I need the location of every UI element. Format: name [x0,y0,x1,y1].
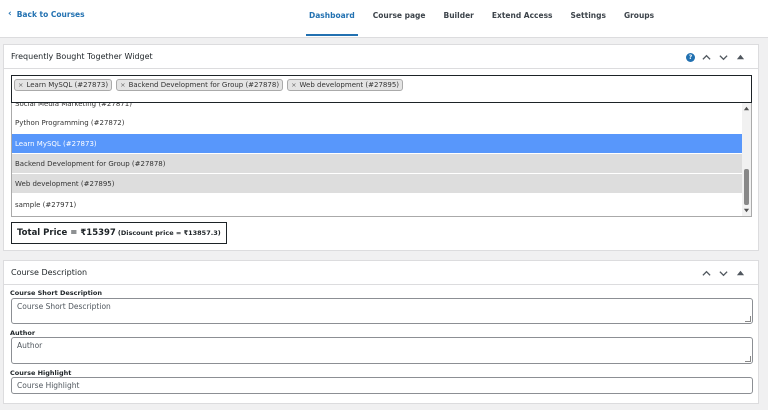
option-item[interactable]: sample (#27971) [12,195,743,214]
course-multiselect[interactable]: × Learn MySQL (#27873) × Backend Develop… [11,75,752,103]
tab-groups[interactable]: Groups [615,0,663,38]
selected-tag: × Learn MySQL (#27873) [14,79,113,91]
option-item[interactable]: Python Programming (#27872) [12,113,743,132]
chevron-up-icon [701,270,711,276]
tab-settings[interactable]: Settings [562,0,615,38]
back-label: Back to Courses [16,10,85,19]
remove-tag-icon[interactable]: × [120,81,125,89]
panel-controls [700,267,746,279]
top-nav-bar: ‹ Back to Courses Dashboard Course page … [0,0,768,38]
toggle-panel-button[interactable] [734,51,746,63]
panel-title: Course Description [11,268,88,277]
chevron-down-icon [718,54,728,60]
chevron-up-icon [701,54,711,60]
tag-label: Web development (#27895) [299,81,399,89]
total-price-box: Total Price = ₹15397 (Discount price = ₹… [11,222,227,244]
author-textarea[interactable]: Author [11,337,753,364]
tag-label: Learn MySQL (#27873) [26,81,109,89]
tab-list: Dashboard Course page Builder Extend Acc… [300,0,663,38]
triangle-up-icon [736,270,744,275]
discount-price: (Discount price = ₹13857.3) [117,229,221,237]
chevron-down-icon [718,270,728,276]
panel-controls: ? [686,51,746,63]
course-description-header: Course Description [4,261,758,285]
remove-tag-icon[interactable]: × [18,81,23,89]
move-down-button[interactable] [717,51,729,63]
tag-label: Backend Development for Group (#27878) [128,81,280,89]
tab-builder[interactable]: Builder [435,0,483,38]
course-description-panel: Course Description Course Short Descript… [3,260,759,404]
chevron-left-icon: ‹ [8,9,12,19]
move-up-button[interactable] [700,51,712,63]
fbt-widget-panel: Frequently Bought Together Widget ? × Le… [3,44,759,251]
short-description-label: Course Short Description [10,289,102,297]
tab-dashboard[interactable]: Dashboard [300,0,364,38]
short-description-textarea[interactable]: Course Short Description [11,298,753,324]
option-item-selected[interactable]: Backend Development for Group (#27878) [12,154,743,173]
remove-tag-icon[interactable]: × [291,81,296,89]
selected-tag: × Web development (#27895) [287,79,403,91]
option-item[interactable]: Social Media Marketing (#27871) [12,103,743,113]
course-options-dropdown: Social Media Marketing (#27871) Python P… [11,103,752,217]
course-highlight-label: Course Highlight [10,369,72,377]
tab-course-page[interactable]: Course page [364,0,435,38]
help-icon[interactable]: ? [686,52,695,62]
selected-tag: × Backend Development for Group (#27878) [116,79,284,91]
move-down-button[interactable] [717,267,729,279]
toggle-panel-button[interactable] [734,267,746,279]
scroll-down-icon[interactable] [743,207,750,214]
scroll-up-icon[interactable] [743,105,750,112]
author-label: Author [10,329,36,337]
back-to-courses-link[interactable]: ‹ Back to Courses [8,9,85,20]
tab-extend-access[interactable]: Extend Access [483,0,562,38]
total-price: Total Price = ₹15397 [17,228,116,238]
move-up-button[interactable] [700,267,712,279]
fbt-panel-header: Frequently Bought Together Widget [4,45,758,69]
scrollbar-thumb[interactable] [744,169,749,205]
panel-title: Frequently Bought Together Widget [11,52,153,61]
option-item-highlighted[interactable]: Learn MySQL (#27873) [12,134,743,153]
triangle-up-icon [736,54,744,59]
option-item-selected[interactable]: Web development (#27895) [12,174,743,193]
course-highlight-input[interactable]: Course Highlight [11,377,753,394]
